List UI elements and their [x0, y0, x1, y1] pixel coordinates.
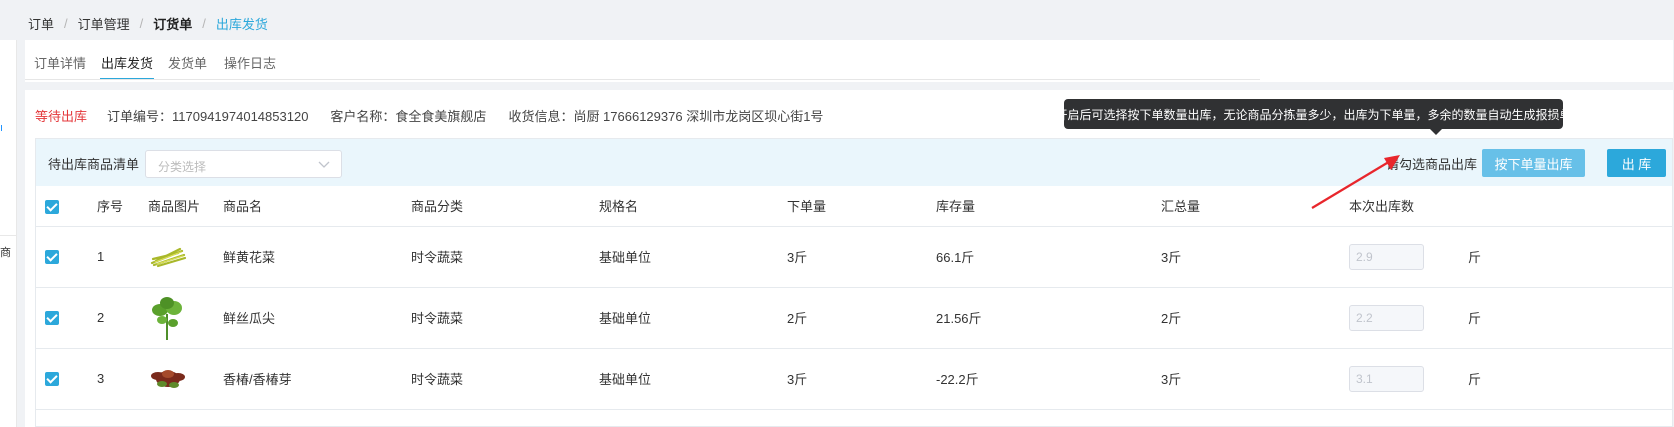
outbound-qty-input[interactable]: 2.2 — [1349, 304, 1424, 331]
row-checkbox[interactable] — [45, 250, 59, 265]
row-order-qty: 3斤 — [787, 226, 936, 288]
outbound-by-order-qty-button[interactable]: 按下单量出库 — [1482, 149, 1585, 177]
row-image-cell — [148, 348, 223, 410]
row-spec: 基础单位 — [599, 348, 787, 410]
header-name: 商品名 — [223, 186, 411, 227]
breadcrumb-separator: / — [202, 15, 206, 31]
row-total: 3斤 — [1161, 226, 1349, 288]
row-image-cell — [148, 287, 223, 349]
chevron-down-icon — [318, 161, 330, 168]
row-category: 时令蔬菜 — [411, 287, 599, 349]
header-spec: 规格名 — [599, 186, 787, 227]
tab-delivery-note[interactable]: 发货单 — [168, 53, 207, 72]
breadcrumb-separator: / — [64, 15, 68, 31]
table-header-row: 序号 商品图片 商品名 商品分类 规格名 下单量 库存量 汇总量 本次出库数 — [36, 186, 1672, 227]
row-unit-cell: 斤 — [1446, 348, 1672, 410]
header-stock: 库存量 — [936, 186, 1161, 227]
breadcrumb-item-purchase-order[interactable]: 订货单 — [153, 14, 192, 33]
tab-operation-log[interactable]: 操作日志 — [224, 53, 276, 72]
left-sidebar-edge: ı 商 — [0, 40, 17, 427]
table-row: 1 鲜黄花菜 时令蔬菜 基础单位 3斤 66.1斤 3斤 2.9 斤 — [36, 226, 1672, 288]
row-stock: -22.2斤 — [936, 348, 1161, 410]
header-order-qty: 下单量 — [787, 186, 936, 227]
header-category: 商品分类 — [411, 186, 599, 227]
pending-goods-panel: 待出库商品清单 分类选择 请勾选商品出库 按下单量出库 出 库 序号 商品图片 … — [35, 138, 1673, 427]
row-image-cell — [148, 226, 223, 288]
row-unit-cell: 斤 — [1446, 226, 1672, 288]
breadcrumb: 订单 / 订单管理 / 订货单 / 出库发货 — [28, 14, 268, 32]
row-checkbox[interactable] — [45, 311, 59, 326]
select-all-checkbox[interactable] — [45, 199, 59, 214]
row-stock: 66.1斤 — [936, 226, 1161, 288]
row-checkbox-cell — [36, 287, 97, 349]
sidebar-fragment-2: 商 — [0, 247, 11, 259]
sidebar-divider — [0, 235, 17, 236]
breadcrumb-separator: / — [139, 15, 144, 31]
customer-name: 客户名称：食全食美旗舰店 — [330, 108, 487, 124]
outbound-mode-tooltip: 开启后可选择按下单数量出库，无论商品分拣量多少，出库为下单量，多余的数量自动生成… — [1056, 99, 1572, 135]
row-category: 时令蔬菜 — [411, 348, 599, 410]
panel-header: 待出库商品清单 分类选择 请勾选商品出库 按下单量出库 出 库 — [36, 139, 1672, 186]
goods-table: 序号 商品图片 商品名 商品分类 规格名 下单量 库存量 汇总量 本次出库数 1 — [36, 186, 1672, 410]
row-unit: 斤 — [1468, 311, 1482, 326]
outbound-qty-input[interactable]: 3.1 — [1349, 365, 1424, 392]
breadcrumb-item-order[interactable]: 订单 — [28, 14, 54, 33]
row-order-qty: 3斤 — [787, 348, 936, 410]
receiver-info: 收货信息：尚厨 17666129376 深圳市龙岗区坝心街1号 — [508, 108, 824, 124]
tab-outbound-shipping[interactable]: 出库发货 — [99, 53, 155, 80]
order-info-bar: 等待出库 订单编号：1170941974014853120 客户名称：食全食美旗… — [35, 106, 845, 124]
annotation-arrow-icon — [1311, 155, 1400, 209]
row-outbound-cell: 2.2 — [1349, 287, 1446, 349]
row-category: 时令蔬菜 — [411, 226, 599, 288]
row-name: 香椿/香椿芽 — [223, 348, 411, 410]
row-outbound-cell: 3.1 — [1349, 348, 1446, 410]
breadcrumb-item-order-management[interactable]: 订单管理 — [78, 14, 130, 33]
row-no: 2 — [97, 287, 148, 349]
row-unit: 斤 — [1468, 250, 1482, 265]
header-image: 商品图片 — [148, 186, 223, 227]
outbound-button[interactable]: 出 库 — [1607, 149, 1666, 177]
row-outbound-cell: 2.9 — [1349, 226, 1446, 288]
row-total: 2斤 — [1161, 287, 1349, 349]
table-row: 3 香椿/香椿芽 时令蔬菜 基础单位 3斤 -22.2斤 3斤 3.1 斤 — [36, 348, 1672, 410]
loofah-shoot-product-image — [152, 296, 182, 340]
row-spec: 基础单位 — [599, 226, 787, 288]
row-stock: 21.56斤 — [936, 287, 1161, 349]
tab-order-detail[interactable]: 订单详情 — [34, 53, 86, 72]
row-name: 鲜丝瓜尖 — [223, 287, 411, 349]
row-name: 鲜黄花菜 — [223, 226, 411, 288]
row-spec: 基础单位 — [599, 287, 787, 349]
row-unit: 斤 — [1468, 372, 1482, 387]
tab-underline-rule — [25, 79, 1260, 80]
row-no: 3 — [97, 348, 148, 410]
daylily-product-image — [150, 247, 187, 267]
main-content: 等待出库 订单编号：1170941974014853120 客户名称：食全食美旗… — [25, 90, 1673, 427]
header-no: 序号 — [97, 186, 148, 227]
select-all-cell — [36, 186, 97, 227]
row-checkbox-cell — [36, 348, 97, 410]
sidebar-fragment-1: ı — [0, 122, 4, 134]
table-row: 2 鲜丝瓜尖 时令蔬菜 基础单位 2斤 21.56斤 2斤 2.2 斤 — [36, 287, 1672, 349]
order-number: 订单编号：1170941974014853120 — [107, 108, 309, 124]
header-unit-blank — [1446, 186, 1672, 227]
row-total: 3斤 — [1161, 348, 1349, 410]
row-no: 1 — [97, 226, 148, 288]
toona-sprout-product-image — [151, 369, 185, 388]
breadcrumb-item-outbound: 出库发货 — [215, 16, 268, 32]
row-unit-cell: 斤 — [1446, 287, 1672, 349]
category-select[interactable]: 分类选择 — [145, 150, 342, 178]
row-order-qty: 2斤 — [787, 287, 936, 349]
order-status: 等待出库 — [35, 108, 88, 124]
panel-title: 待出库商品清单 — [48, 157, 140, 172]
row-checkbox[interactable] — [45, 372, 59, 387]
tab-bar: 订单详情 出库发货 发货单 操作日志 — [25, 40, 1673, 82]
outbound-qty-input[interactable]: 2.9 — [1349, 243, 1424, 270]
category-select-placeholder: 分类选择 — [158, 160, 207, 174]
row-checkbox-cell — [36, 226, 97, 288]
